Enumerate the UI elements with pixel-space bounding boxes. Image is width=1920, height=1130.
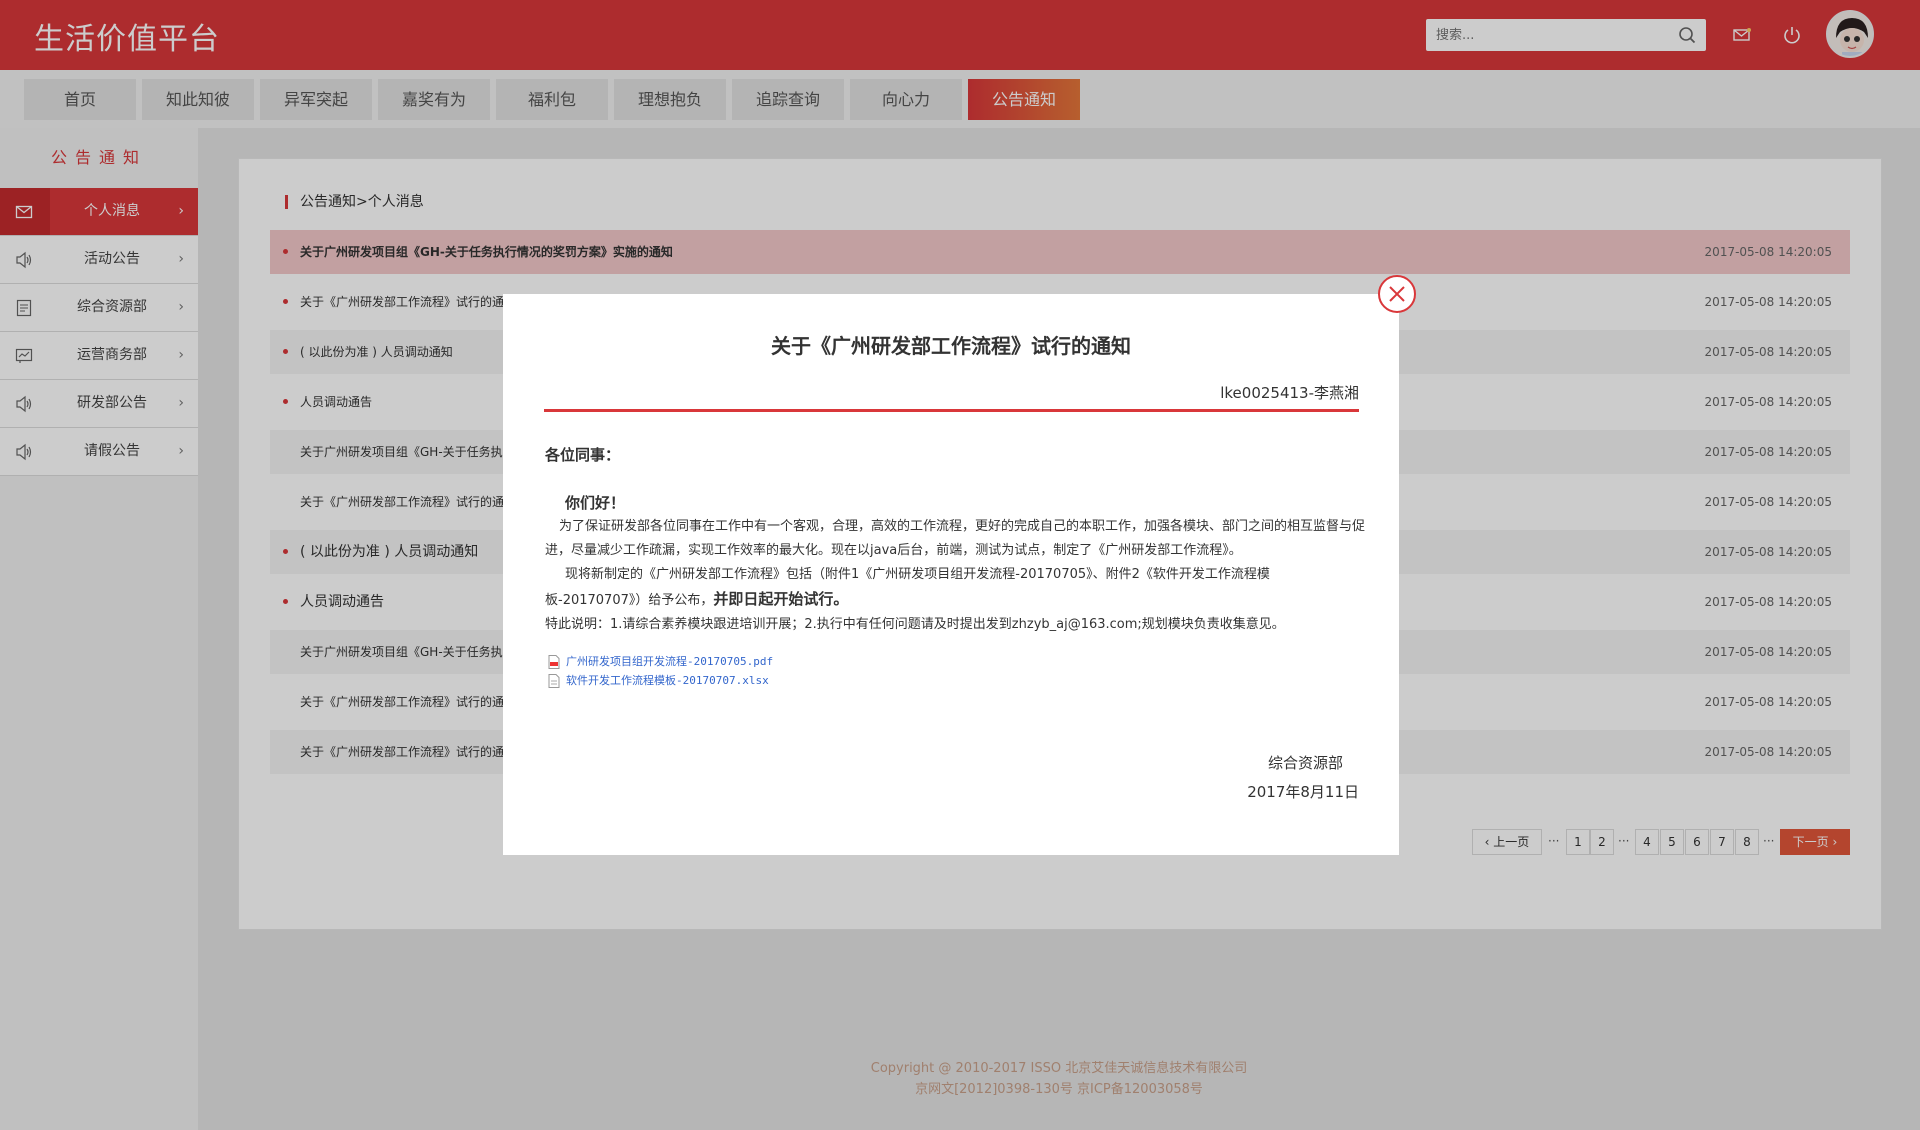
pdf-file-icon xyxy=(548,655,560,669)
modal-date: 2017年8月11日 xyxy=(1247,783,1359,801)
modal-hello: 你们好！ xyxy=(565,494,626,512)
modal-paragraph: 为了保证研发部各位同事在工作中有一个客观，合理，高效的工作流程，更好的完成自己的… xyxy=(545,519,1366,558)
modal-author: lke0025413-李燕湘 xyxy=(1220,384,1359,402)
modal-paragraph: 现将新制定的《广州研发部工作流程》包括（附件1《广州研发项目组开发流程-2017… xyxy=(545,567,1270,608)
modal-body: 为了保证研发部各位同事在工作中有一个客观，合理，高效的工作流程，更好的完成自己的… xyxy=(545,515,1365,637)
notice-modal: 关于《广州研发部工作流程》试行的通知 lke0025413-李燕湘 各位同事： … xyxy=(503,294,1399,855)
title-divider xyxy=(544,409,1359,412)
modal-department: 综合资源部 xyxy=(1267,754,1343,772)
modal-title: 关于《广州研发部工作流程》试行的通知 xyxy=(771,334,1131,358)
attachment-link[interactable]: 软件开发工作流程模板-20170707.xlsx xyxy=(548,671,773,690)
file-icon xyxy=(548,674,560,688)
attachment-list: 广州研发项目组开发流程-20170705.pdf 软件开发工作流程模板-2017… xyxy=(548,652,773,690)
modal-paragraph: 特此说明：1.请综合素养模块跟进培训开展；2.执行中有任何问题请及时提出发到zh… xyxy=(545,617,1285,632)
emphasis-text: 并即日起开始试行。 xyxy=(713,590,849,608)
attachment-link[interactable]: 广州研发项目组开发流程-20170705.pdf xyxy=(548,652,773,671)
modal-greeting: 各位同事： xyxy=(545,446,621,464)
close-icon[interactable] xyxy=(1378,275,1416,313)
